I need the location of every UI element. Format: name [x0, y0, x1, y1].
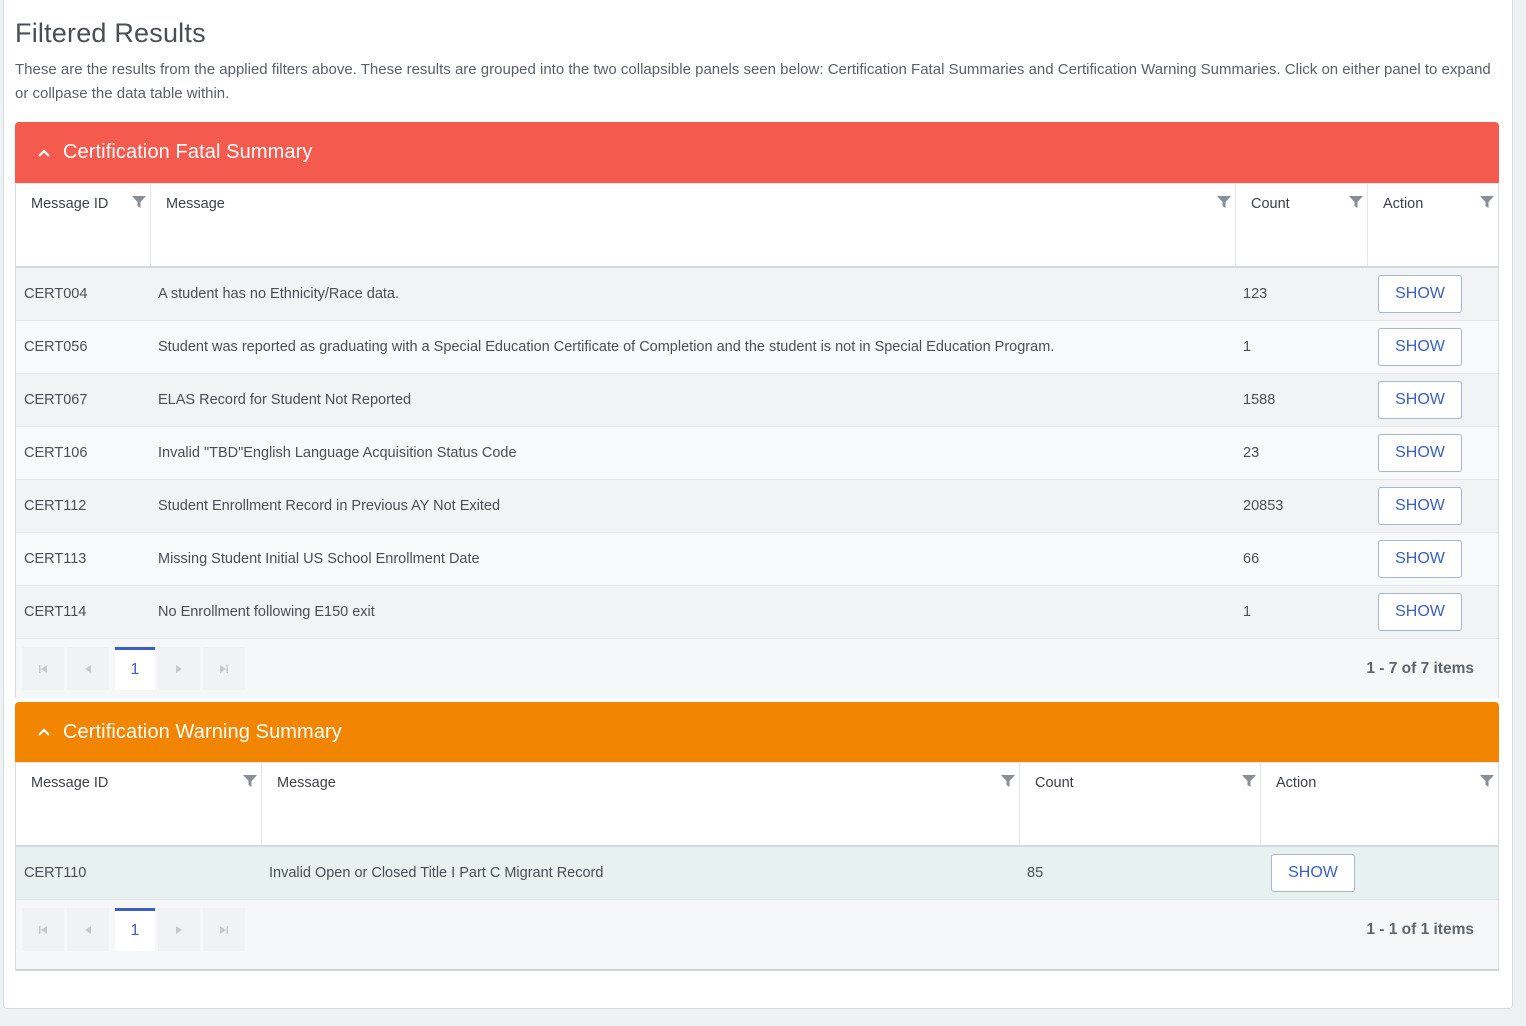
filter-icon[interactable] — [1348, 194, 1364, 210]
page-number-current[interactable]: 1 — [115, 647, 155, 690]
table-row[interactable]: CERT004 A student has no Ethnicity/Race … — [16, 268, 1498, 321]
table-row[interactable]: CERT113 Missing Student Initial US Schoo… — [16, 533, 1498, 586]
show-button[interactable]: SHOW — [1378, 540, 1462, 578]
fatal-grid-header: Message ID Message Count Action — [16, 183, 1498, 268]
cell-message: Missing Student Initial US School Enroll… — [158, 551, 480, 567]
fatal-panel-header[interactable]: Certification Fatal Summary — [15, 122, 1499, 183]
cell-count: 1 — [1243, 604, 1252, 620]
warning-grid: Message ID Message Count Action CERT110 … — [15, 762, 1499, 971]
pager-info: 1 - 7 of 7 items — [1366, 659, 1474, 677]
next-page-icon[interactable] — [158, 908, 200, 951]
warning-pager: 1 1 - 1 of 1 items — [16, 900, 1498, 959]
show-button[interactable]: SHOW — [1271, 854, 1355, 892]
pager-info: 1 - 1 of 1 items — [1366, 920, 1474, 938]
chevron-up-icon — [38, 728, 50, 736]
column-header-message[interactable]: Message — [261, 763, 1019, 845]
cell-message: Invalid Open or Closed Title I Part C Mi… — [269, 865, 604, 881]
warning-grid-header: Message ID Message Count Action — [16, 762, 1498, 847]
cell-count: 23 — [1243, 445, 1260, 461]
column-header-count[interactable]: Count — [1019, 763, 1260, 845]
cell-message-id: CERT106 — [24, 445, 88, 461]
filter-icon[interactable] — [131, 194, 147, 210]
show-button[interactable]: SHOW — [1378, 487, 1462, 525]
table-row[interactable]: CERT056 Student was reported as graduati… — [16, 321, 1498, 374]
column-label: Count — [1035, 775, 1074, 791]
column-label: Action — [1383, 196, 1424, 212]
cell-count: 1 — [1243, 339, 1252, 355]
column-header-message[interactable]: Message — [150, 184, 1235, 266]
cell-message: Invalid "TBD"English Language Acquisitio… — [158, 445, 517, 461]
fatal-panel-title: Certification Fatal Summary — [63, 141, 313, 163]
show-button[interactable]: SHOW — [1378, 328, 1462, 366]
column-label: Message ID — [31, 775, 109, 791]
cell-message: ELAS Record for Student Not Reported — [158, 392, 412, 408]
page-number-current[interactable]: 1 — [115, 908, 155, 951]
cell-message-id: CERT056 — [24, 339, 88, 355]
filter-icon[interactable] — [1216, 194, 1232, 210]
cell-message-id: CERT004 — [24, 286, 88, 302]
column-label: Message — [166, 196, 225, 212]
cell-message: Student Enrollment Record in Previous AY… — [158, 498, 501, 514]
column-label: Count — [1251, 196, 1290, 212]
table-row[interactable]: CERT067 ELAS Record for Student Not Repo… — [16, 374, 1498, 427]
fatal-pager: 1 1 - 7 of 7 items — [16, 639, 1498, 698]
grid-bottom-edge — [16, 959, 1498, 971]
cell-message-id: CERT110 — [24, 865, 87, 881]
column-header-count[interactable]: Count — [1235, 184, 1367, 266]
column-header-message-id[interactable]: Message ID — [16, 184, 150, 266]
column-label: Message ID — [31, 196, 109, 212]
cell-message: No Enrollment following E150 exit — [158, 604, 375, 620]
cell-count: 123 — [1243, 286, 1268, 302]
cell-count: 66 — [1243, 551, 1260, 567]
fatal-summary-panel: Certification Fatal Summary Message ID M… — [15, 122, 1499, 698]
column-header-action[interactable]: Action — [1367, 184, 1498, 266]
cell-message-id: CERT114 — [24, 604, 87, 620]
page-description: These are the results from the applied f… — [15, 61, 1491, 102]
page-title: Filtered Results — [15, 18, 206, 48]
show-button[interactable]: SHOW — [1378, 434, 1462, 472]
cell-message-id: CERT112 — [24, 498, 87, 514]
previous-page-icon[interactable] — [67, 647, 109, 690]
cell-message: Student was reported as graduating with … — [158, 339, 1055, 355]
first-page-icon[interactable] — [22, 647, 64, 690]
filter-icon[interactable] — [1479, 773, 1495, 789]
cell-count: 1588 — [1243, 392, 1276, 408]
cell-message: A student has no Ethnicity/Race data. — [158, 286, 400, 302]
column-label: Action — [1276, 775, 1317, 791]
previous-page-icon[interactable] — [67, 908, 109, 951]
filter-icon[interactable] — [1241, 773, 1257, 789]
show-button[interactable]: SHOW — [1378, 381, 1462, 419]
fatal-grid: Message ID Message Count Action CERT004 … — [15, 183, 1499, 698]
last-page-icon[interactable] — [203, 908, 245, 951]
last-page-icon[interactable] — [203, 647, 245, 690]
table-row[interactable]: CERT112 Student Enrollment Record in Pre… — [16, 480, 1498, 533]
column-label: Message — [277, 775, 336, 791]
table-row[interactable]: CERT114 No Enrollment following E150 exi… — [16, 586, 1498, 639]
show-button[interactable]: SHOW — [1378, 275, 1462, 313]
warning-summary-panel: Certification Warning Summary Message ID… — [15, 702, 1499, 971]
column-header-action[interactable]: Action — [1260, 763, 1498, 845]
cell-count: 20853 — [1243, 498, 1284, 514]
filter-icon[interactable] — [242, 773, 258, 789]
chevron-up-icon — [38, 148, 50, 157]
first-page-icon[interactable] — [22, 908, 64, 951]
warning-panel-header[interactable]: Certification Warning Summary — [15, 702, 1499, 762]
show-button[interactable]: SHOW — [1378, 593, 1462, 631]
filter-icon[interactable] — [1000, 773, 1016, 789]
cell-message-id: CERT113 — [24, 551, 87, 567]
next-page-icon[interactable] — [158, 647, 200, 690]
warning-panel-title: Certification Warning Summary — [63, 720, 342, 743]
table-row[interactable]: CERT110 Invalid Open or Closed Title I P… — [16, 847, 1498, 900]
column-header-message-id[interactable]: Message ID — [16, 763, 261, 845]
cell-count: 85 — [1027, 865, 1044, 881]
cell-message-id: CERT067 — [24, 392, 88, 408]
table-row[interactable]: CERT106 Invalid "TBD"English Language Ac… — [16, 427, 1498, 480]
filter-icon[interactable] — [1479, 194, 1495, 210]
